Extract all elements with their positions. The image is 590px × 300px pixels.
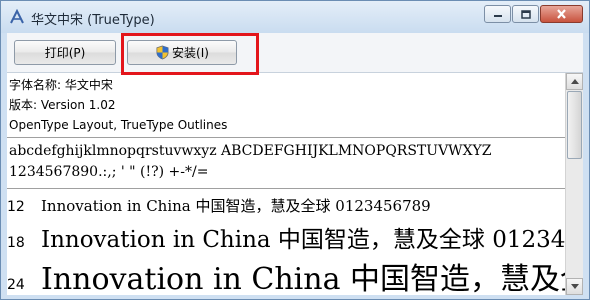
install-button[interactable]: 安装(I)	[127, 40, 237, 65]
toolbar: 打印(P) 安装(I)	[7, 33, 583, 73]
charset-preview: abcdefghijklmnopqrstuvwxyz ABCDEFGHIJKLM…	[9, 141, 492, 183]
sample-row-18: 18 Innovation in China 中国智造，慧及全球 01234567…	[7, 220, 565, 254]
maximize-button[interactable]	[512, 5, 539, 23]
sample-size-label: 12	[7, 199, 25, 215]
font-info: 字体名称: 华文中宋 版本: Version 1.02 OpenType Lay…	[9, 75, 565, 135]
sample-size-label: 24	[7, 277, 25, 293]
font-preview-area[interactable]: 字体名称: 华文中宋 版本: Version 1.02 OpenType Lay…	[7, 73, 565, 295]
print-button-label: 打印(P)	[44, 46, 86, 60]
install-button-label: 安装(I)	[172, 46, 209, 60]
font-app-icon	[10, 9, 24, 24]
uac-shield-icon	[156, 45, 169, 60]
divider	[7, 188, 565, 189]
window-title: 华文中宋 (TrueType)	[31, 13, 155, 28]
font-viewer-window: 华文中宋 (TrueType) 打印(P) 安装(I) 字体名称: 华文中宋 版…	[0, 0, 590, 300]
font-version-line: 版本: Version 1.02	[9, 98, 116, 112]
font-name-line: 字体名称: 华文中宋	[9, 78, 113, 92]
sample-size-label: 18	[7, 235, 25, 251]
minimize-icon	[493, 15, 502, 17]
window-controls	[483, 5, 583, 23]
scroll-down-button[interactable]	[566, 278, 583, 295]
font-type-line: OpenType Layout, TrueType Outlines	[9, 118, 228, 132]
sample-row-12: 12 Innovation in China 中国智造，慧及全球 01234567…	[7, 195, 431, 216]
close-button[interactable]	[540, 5, 583, 23]
arrow-down-icon	[570, 284, 579, 289]
titlebar[interactable]: 华文中宋 (TrueType)	[1, 1, 589, 33]
maximize-icon	[520, 9, 531, 19]
print-button[interactable]: 打印(P)	[14, 40, 116, 65]
charset-letters: abcdefghijklmnopqrstuvwxyz ABCDEFGHIJKLM…	[9, 143, 492, 159]
sample-row-24: 24 Innovation in China 中国智造，慧及全球 01234567…	[7, 254, 565, 295]
arrow-up-icon	[570, 79, 579, 84]
close-icon	[557, 9, 566, 19]
scroll-thumb[interactable]	[567, 91, 582, 159]
charset-digits: 1234567890.:,; ' " (!?) +-*/=	[9, 164, 209, 180]
divider	[7, 137, 565, 138]
sample-text: Innovation in China 中国智造，慧及全球 0123456789	[41, 262, 565, 295]
vertical-scrollbar[interactable]	[565, 73, 583, 295]
sample-text: Innovation in China 中国智造，慧及全球 0123456789	[41, 197, 431, 215]
sample-text: Innovation in China 中国智造，慧及全球 0123456789	[41, 227, 565, 253]
scroll-up-button[interactable]	[566, 73, 583, 90]
minimize-button[interactable]	[484, 5, 511, 23]
